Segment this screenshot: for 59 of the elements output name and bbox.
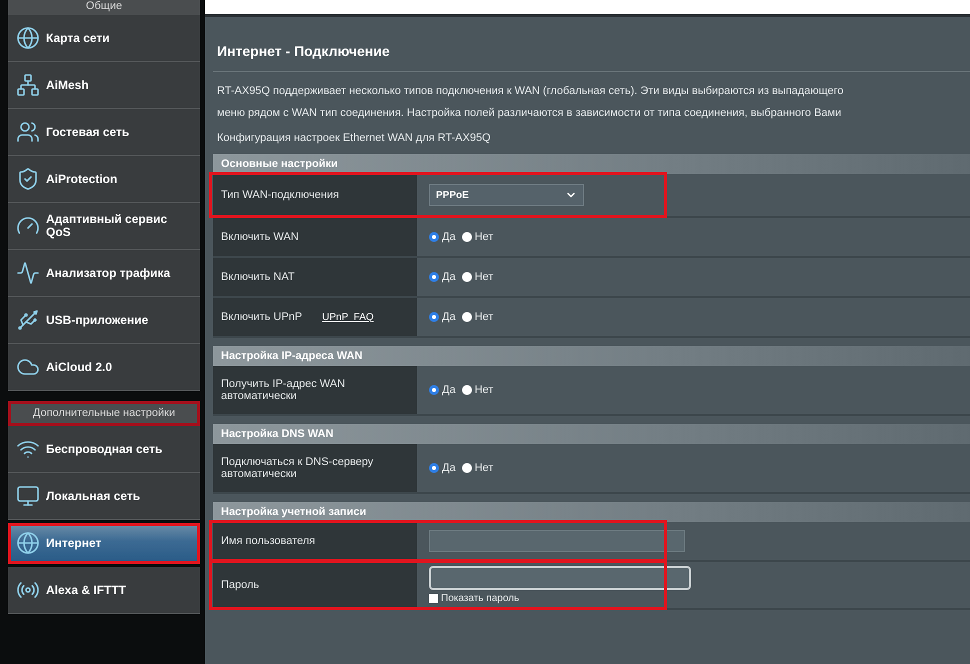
field-label: Получить IP-адрес WAN автоматически — [221, 378, 346, 402]
radio-icon[interactable] — [429, 232, 439, 242]
sidebar-group-title: Общие — [8, 0, 200, 15]
field-label: Пароль — [221, 579, 260, 591]
username-field[interactable] — [429, 530, 685, 552]
radio-option[interactable]: Да — [429, 384, 456, 396]
activity-icon — [16, 261, 40, 285]
radio-option[interactable]: Нет — [462, 271, 494, 283]
checkbox-icon[interactable] — [429, 594, 438, 603]
sidebar-item[interactable]: Интернет — [8, 523, 200, 564]
radio-icon[interactable] — [429, 385, 439, 395]
radio-option[interactable]: Нет — [462, 231, 494, 243]
sidebar-item[interactable]: Адаптивный сервис QoS — [8, 203, 200, 250]
sidebar-item[interactable]: Анализатор трафика — [8, 250, 200, 297]
radio-option[interactable]: Нет — [462, 384, 494, 396]
sidebar-item[interactable]: Карта сети — [8, 15, 200, 62]
sidebar-item[interactable]: Беспроводная сеть — [8, 426, 200, 473]
config-note: Конфигурация настроек Ethernet WAN для RT-AX95Q — [216, 131, 492, 146]
description-text: RT-AX95Q поддерживает несколько типов подключения к WAN (глобальная сеть). Эти виды выбираются из выпадающего — [216, 84, 845, 99]
radio-icon[interactable] — [429, 463, 439, 473]
password-field[interactable] — [429, 566, 691, 590]
sidebar-item[interactable]: USB-приложение — [8, 297, 200, 344]
field-label: Включить UPnP — [221, 311, 302, 323]
field-label: Имя пользователя — [221, 535, 316, 547]
shield-icon — [16, 167, 40, 191]
globe-icon — [16, 26, 40, 50]
sidebar-item[interactable]: Локальная сеть — [8, 473, 200, 520]
radio-option[interactable]: Нет — [462, 462, 494, 474]
show-password-checkbox[interactable]: Показать пароль — [429, 593, 970, 604]
radio-option[interactable]: Нет — [462, 311, 494, 323]
section-header: Настройка IP-адреса WAN — [213, 346, 970, 366]
field-label: Подключаться к DNS-серверу автоматически — [221, 456, 374, 480]
radio-option[interactable]: Да — [429, 271, 456, 283]
section-header: Основные настройки — [213, 154, 970, 174]
radio-icon[interactable] — [429, 272, 439, 282]
sidebar-item[interactable]: AiProtection — [8, 156, 200, 203]
radio-icon[interactable] — [429, 312, 439, 322]
monitor-icon — [16, 484, 40, 508]
description-text: меню рядом с WAN тип соединения. Настройка полей различаются в зависимости от типа соединения, выбранного Вами — [216, 106, 842, 121]
field-label: Включить NAT — [221, 271, 295, 283]
section-header: Настройка DNS WAN — [213, 424, 970, 444]
network-icon — [16, 73, 40, 97]
wan-type-select[interactable]: PPPoE — [429, 184, 584, 206]
radio-option[interactable]: Да — [429, 462, 456, 474]
page-title: Интернет - Подключение — [213, 43, 970, 72]
sidebar-item[interactable]: Alexa & IFTTT — [8, 567, 200, 614]
faq-link[interactable]: UPnP FAQ — [322, 312, 374, 322]
radio-option[interactable]: Да — [429, 311, 456, 323]
radio-option[interactable]: Да — [429, 231, 456, 243]
sidebar-item[interactable]: AiMesh — [8, 62, 200, 109]
section-header: Настройка учетной записи — [213, 502, 970, 522]
usb-icon — [16, 308, 40, 332]
sidebar-item[interactable]: Гостевая сеть — [8, 109, 200, 156]
field-label: Включить WAN — [221, 231, 299, 243]
field-label: Тип WAN-подключения — [221, 189, 339, 201]
globe-icon — [16, 531, 40, 555]
users-icon — [16, 120, 40, 144]
sidebar-group-title: Дополнительные настройки — [8, 401, 200, 426]
sidebar-item[interactable]: AiCloud 2.0 — [8, 344, 200, 391]
